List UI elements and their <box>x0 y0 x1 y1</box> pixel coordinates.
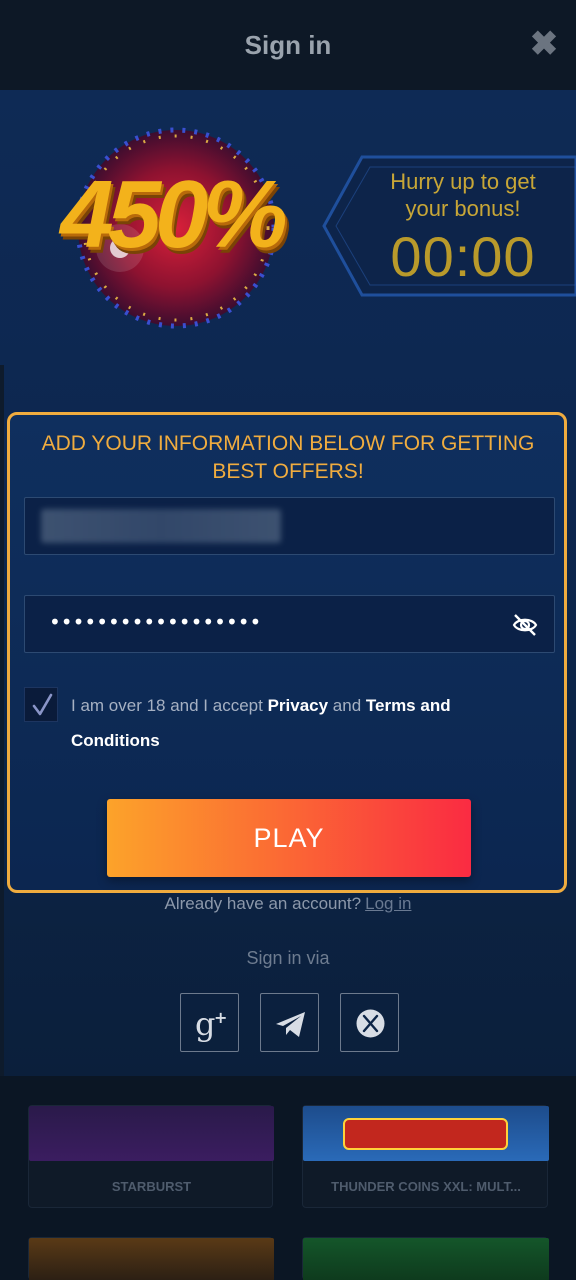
account-prompt-text: Already have an account? <box>164 894 362 913</box>
account-prompt: Already have an account? Log in <box>0 894 576 914</box>
game-logo <box>343 1118 508 1150</box>
game-art <box>29 1106 274 1161</box>
email-value-blurred <box>41 509 281 543</box>
password-value: •••••••••••••••••• <box>49 610 262 634</box>
game-art <box>29 1238 274 1280</box>
game-tile[interactable]: STARBURST <box>28 1105 274 1208</box>
x-icon <box>356 1009 385 1038</box>
timer-value: 00:00 <box>390 225 536 288</box>
age-terms-checkbox[interactable] <box>24 687 58 722</box>
password-field[interactable]: •••••••••••••••••• <box>24 595 555 653</box>
game-title: STARBURST <box>111 1179 192 1194</box>
x-button[interactable] <box>340 993 399 1052</box>
game-tile[interactable]: THUNDER COINS XXL: MULT... <box>302 1105 549 1208</box>
checkmark-icon <box>32 693 53 716</box>
email-field[interactable] <box>24 497 555 555</box>
bonus-percent: 450% <box>60 161 288 268</box>
telegram-icon <box>276 1012 305 1037</box>
google-plus-button[interactable]: g + <box>180 993 239 1052</box>
game-tile[interactable] <box>302 1237 549 1280</box>
terms-and: and <box>328 696 366 715</box>
terms-text: I am over 18 and I accept Privacy and Te… <box>71 688 511 758</box>
telegram-button[interactable] <box>260 993 319 1052</box>
privacy-link[interactable]: Privacy <box>268 696 329 715</box>
terms-prefix: I am over 18 and I accept <box>71 696 268 715</box>
game-tile[interactable] <box>28 1237 274 1280</box>
signin-via-label: Sign in via <box>246 948 330 968</box>
close-icon[interactable]: ✖ <box>526 26 562 62</box>
form-heading: ADD YOUR INFORMATION BELOW FOR GETTING B… <box>41 432 535 483</box>
header-bar: Sign in ✖ <box>0 0 576 90</box>
game-art <box>303 1238 549 1280</box>
page-title: Sign in <box>244 30 332 60</box>
svg-text:+: + <box>214 1008 227 1027</box>
modal-edge <box>0 365 4 1076</box>
eye-off-icon[interactable] <box>512 613 538 637</box>
timer-caption: Hurry up to get your bonus! <box>390 169 536 221</box>
login-link[interactable]: Log in <box>365 894 411 913</box>
game-title: THUNDER COINS XXL: MULT... <box>331 1179 521 1194</box>
play-button[interactable]: PLAY <box>107 799 471 877</box>
svg-text:g: g <box>195 1005 215 1043</box>
google-plus-icon: g + <box>195 1005 227 1043</box>
